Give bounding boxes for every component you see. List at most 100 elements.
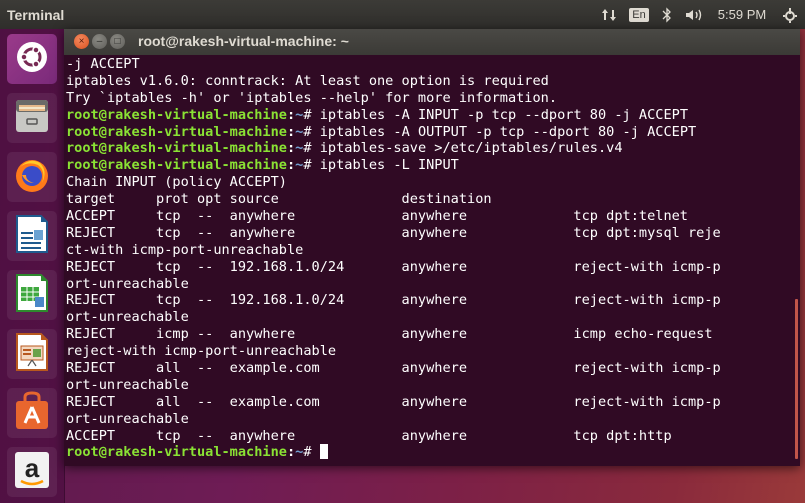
top-panel: Terminal En 5:59 PM [0, 0, 805, 29]
command-line: root@rakesh-virtual-machine:~# iptables … [66, 107, 790, 124]
scrollbar-thumb[interactable] [795, 299, 798, 459]
amazon-icon: a [13, 450, 51, 495]
svg-text:a: a [25, 453, 40, 483]
output-line: ACCEPT tcp -- anywhere anywhere tcp dpt:… [66, 208, 790, 225]
output-text: REJECT tcp -- anywhere anywhere tcp dpt:… [66, 224, 721, 241]
command-text: iptables -A OUTPUT -p tcp --dport 80 -j … [319, 123, 697, 140]
output-line: ort-unreachable [66, 377, 790, 394]
writer-document-icon [15, 214, 49, 259]
output-line: ct-with icmp-port-unreachable [66, 242, 790, 259]
output-text: ACCEPT tcp -- anywhere anywhere tcp dpt:… [66, 427, 672, 444]
network-updown-icon[interactable] [595, 0, 623, 29]
command-text: iptables -A INPUT -p tcp --dport 80 -j A… [319, 106, 689, 123]
launcher-item-writer[interactable] [7, 211, 57, 261]
prompt-user-host: root@rakesh-virtual-machine [66, 140, 287, 157]
output-line: REJECT all -- example.com anywhere rejec… [66, 394, 790, 411]
output-line: REJECT tcp -- 192.168.1.0/24 anywhere re… [66, 259, 790, 276]
close-button[interactable]: × [74, 34, 89, 49]
volume-icon[interactable] [679, 0, 709, 29]
firefox-icon [12, 155, 52, 200]
prompt-separator: : [286, 123, 296, 140]
text-cursor[interactable] [319, 444, 328, 460]
shopping-bag-icon [13, 390, 51, 436]
launcher-item-impress[interactable] [7, 329, 57, 379]
output-line: -j ACCEPT [66, 56, 790, 73]
output-line: Chain INPUT (policy ACCEPT) [66, 174, 790, 191]
command-line: root@rakesh-virtual-machine:~# iptables … [66, 124, 790, 141]
maximize-icon: □ [114, 35, 121, 47]
output-line: ort-unreachable [66, 276, 790, 293]
output-text: ort-unreachable [66, 275, 189, 292]
output-text: ACCEPT tcp -- anywhere anywhere tcp dpt:… [66, 208, 688, 225]
prompt-user-host: root@rakesh-virtual-machine [66, 123, 287, 140]
impress-presentation-icon [15, 332, 49, 377]
command-text: iptables-save >/etc/iptables/rules.v4 [319, 140, 623, 157]
output-line: reject-with icmp-port-unreachable [66, 343, 790, 360]
prompt-symbol: # [303, 157, 320, 174]
output-text: -j ACCEPT [66, 56, 140, 72]
prompt-symbol: # [303, 444, 320, 461]
launcher-item-software[interactable] [7, 388, 57, 438]
output-text: iptables v1.6.0: conntrack: At least one… [66, 72, 549, 89]
minimize-icon: – [96, 35, 103, 47]
output-text: ort-unreachable [66, 410, 189, 427]
output-line: iptables v1.6.0: conntrack: At least one… [66, 73, 790, 90]
output-text: REJECT tcp -- 192.168.1.0/24 anywhere re… [66, 292, 721, 309]
terminal-output[interactable]: -j ACCEPT iptables v1.6.0: conntrack: At … [66, 55, 790, 466]
prompt-separator: : [286, 157, 296, 174]
system-tray: En 5:59 PM [595, 0, 805, 29]
maximize-button[interactable]: □ [110, 34, 125, 49]
clock[interactable]: 5:59 PM [709, 0, 775, 29]
launcher-item-amazon[interactable]: a [7, 447, 57, 497]
output-text: ct-with icmp-port-unreachable [66, 241, 304, 258]
output-text: REJECT all -- example.com anywhere rejec… [66, 393, 721, 410]
terminal-window: × – □ root@rakesh-virtual-machine: ~ -j … [64, 29, 800, 466]
launcher-item-dash[interactable] [7, 34, 57, 84]
gear-icon[interactable] [775, 0, 805, 29]
output-text: REJECT all -- example.com anywhere rejec… [66, 360, 721, 377]
file-cabinet-icon [13, 97, 51, 140]
output-line: target prot opt source destination [66, 191, 790, 208]
output-line: REJECT icmp -- anywhere anywhere icmp ec… [66, 326, 790, 343]
window-title: root@rakesh-virtual-machine: ~ [138, 33, 349, 49]
output-text: reject-with icmp-port-unreachable [66, 343, 337, 360]
close-icon: × [78, 35, 85, 47]
prompt-symbol: # [303, 123, 320, 140]
output-line: REJECT tcp -- 192.168.1.0/24 anywhere re… [66, 292, 790, 309]
language-label: En [629, 7, 649, 22]
launcher-item-firefox[interactable] [7, 152, 57, 202]
output-text: REJECT icmp -- anywhere anywhere icmp ec… [66, 326, 713, 343]
command-line: root@rakesh-virtual-machine:~# iptables … [66, 157, 790, 174]
output-line: REJECT all -- example.com anywhere rejec… [66, 360, 790, 377]
prompt-separator: : [286, 106, 296, 123]
command-line: root@rakesh-virtual-machine:~# [66, 444, 790, 461]
keyboard-language-indicator[interactable]: En [623, 0, 655, 29]
command-line: root@rakesh-virtual-machine:~# iptables-… [66, 140, 790, 157]
ubuntu-logo-icon [14, 39, 50, 80]
output-text: Chain INPUT (policy ACCEPT) [66, 174, 287, 191]
calc-spreadsheet-icon [15, 273, 49, 318]
window-titlebar[interactable]: × – □ root@rakesh-virtual-machine: ~ [64, 29, 800, 55]
output-line: REJECT tcp -- anywhere anywhere tcp dpt:… [66, 225, 790, 242]
prompt-user-host: root@rakesh-virtual-machine [66, 157, 287, 174]
scrollbar-track[interactable] [792, 55, 800, 466]
output-line: ACCEPT tcp -- anywhere anywhere tcp dpt:… [66, 428, 790, 445]
prompt-separator: : [286, 444, 296, 461]
output-line: Try `iptables -h' or 'iptables --help' f… [66, 90, 790, 107]
launcher: a [0, 29, 65, 503]
output-text: target prot opt source destination [66, 191, 492, 208]
output-line: ort-unreachable [66, 309, 790, 326]
bluetooth-icon[interactable] [655, 0, 679, 29]
output-text: ort-unreachable [66, 309, 189, 326]
prompt-symbol: # [303, 106, 320, 123]
command-text: iptables -L INPUT [319, 157, 459, 174]
launcher-item-files[interactable] [7, 93, 57, 143]
launcher-item-calc[interactable] [7, 270, 57, 320]
prompt-user-host: root@rakesh-virtual-machine [66, 106, 287, 123]
prompt-user-host: root@rakesh-virtual-machine [66, 444, 287, 461]
minimize-button[interactable]: – [92, 34, 107, 49]
output-text: Try `iptables -h' or 'iptables --help' f… [66, 89, 558, 106]
output-line: ort-unreachable [66, 411, 790, 428]
active-app-title: Terminal [7, 6, 65, 23]
output-text: ort-unreachable [66, 376, 189, 393]
